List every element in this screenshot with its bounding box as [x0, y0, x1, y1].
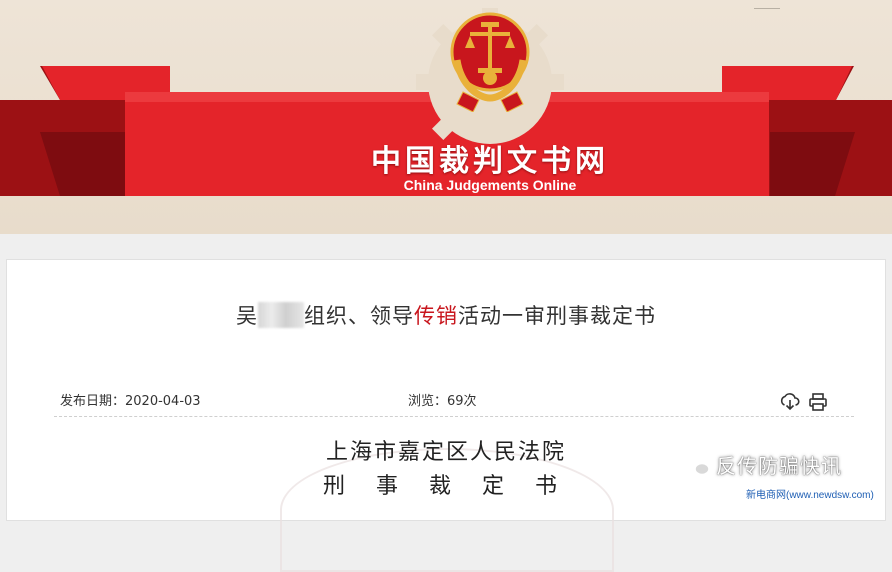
court-emblem-icon	[450, 12, 530, 112]
watermark-site: 新电商网(www.newdsw.com)	[746, 490, 874, 501]
redacted-name-blur	[258, 302, 304, 328]
watermark-brand-text: 反传防骗快讯	[716, 454, 842, 478]
title-keyword: 传销	[414, 304, 458, 328]
download-icon[interactable]	[780, 392, 800, 412]
title-middle: 组织、领导	[304, 304, 414, 328]
site-subtitle: China Judgements Online	[403, 177, 577, 193]
title-prefix: 吴	[236, 304, 258, 328]
court-seal-watermark	[280, 448, 614, 572]
wechat-watermark: 反传防骗快讯	[686, 450, 842, 479]
print-icon[interactable]	[808, 392, 828, 412]
document-title: 吴 组织、领导传销活动一审刑事裁定书	[0, 300, 892, 330]
site-banner: 中国裁判文书网 China Judgements Online	[0, 0, 892, 234]
publish-date: 发布日期：2020-04-03	[60, 394, 201, 409]
window-edge-icon	[754, 0, 780, 9]
wechat-icon	[686, 457, 710, 476]
view-count: 浏览：69次	[408, 394, 477, 409]
meta-divider	[54, 416, 854, 417]
title-suffix: 活动一审刑事裁定书	[458, 304, 656, 328]
site-title: 中国裁判文书网	[371, 144, 609, 179]
